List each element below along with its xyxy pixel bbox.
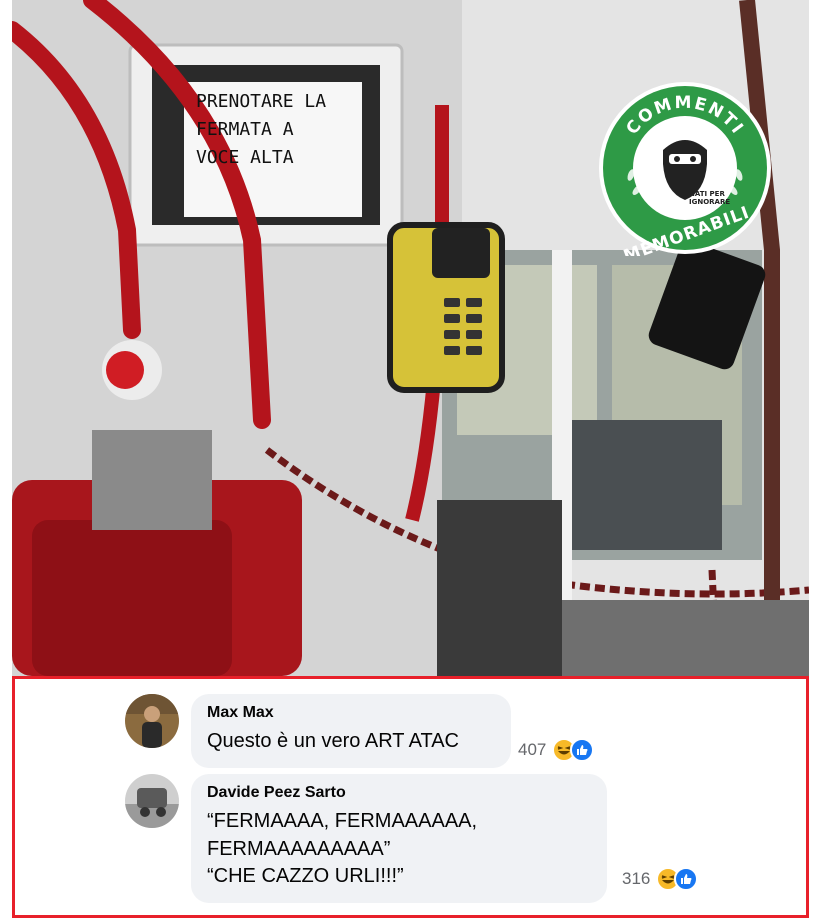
comment-bubble: Max Max Questo è un vero ART ATAC: [191, 694, 511, 768]
highlighted-comments: Max Max Questo è un vero ART ATAC 407 Da…: [12, 676, 809, 918]
avatar[interactable]: [125, 774, 179, 828]
comment-text: Questo è un vero ART ATAC: [207, 728, 495, 756]
commenti-memorabili-logo: COMMENTI NATI PER IGNORARE MEMORABILI: [597, 80, 773, 267]
comment-text: “FERMAAAA, FERMAAAAAA, FERMAAAAAAAAA” “C…: [207, 808, 591, 891]
comment-text-line: Questo è un vero ART ATAC: [207, 730, 459, 752]
bus-interior-photo: PRENOTARE LA FERMATA A VOCE ALTA COMMENT…: [12, 0, 809, 676]
comment-bubble: Davide Peez Sarto “FERMAAAA, FERMAAAAAA,…: [191, 774, 607, 903]
avatar[interactable]: [125, 694, 179, 748]
comment-author[interactable]: Max Max: [207, 704, 495, 722]
sign-line: PRENOTARE LA: [196, 91, 327, 112]
comment-text-line: “CHE CAZZO URLI!!!”: [207, 865, 404, 888]
comment-author[interactable]: Davide Peez Sarto: [207, 784, 591, 802]
handwritten-sign: PRENOTARE LA FERMATA A VOCE ALTA: [196, 88, 354, 213]
sign-line: FERMATA A: [196, 118, 294, 140]
comment-text-line: “FERMAAAA, FERMAAAAAA,: [207, 810, 478, 832]
reaction-summary[interactable]: 316: [622, 867, 699, 891]
logo-small-text-1: NATI PER: [689, 190, 725, 198]
reaction-count: 316: [622, 869, 651, 888]
like-icon: [570, 738, 595, 762]
reaction-count: 407: [518, 740, 547, 759]
comment: Davide Peez Sarto “FERMAAAA, FERMAAAAAA,…: [125, 774, 607, 903]
reaction-summary[interactable]: 407: [518, 738, 595, 762]
comment: Max Max Questo è un vero ART ATAC: [125, 694, 511, 768]
comment-text-line: FERMAAAAAAAAA”: [207, 837, 391, 860]
like-icon: [674, 867, 699, 891]
sign-line: VOCE ALTA: [196, 146, 294, 168]
logo-small-text-2: IGNORARE: [689, 198, 730, 206]
